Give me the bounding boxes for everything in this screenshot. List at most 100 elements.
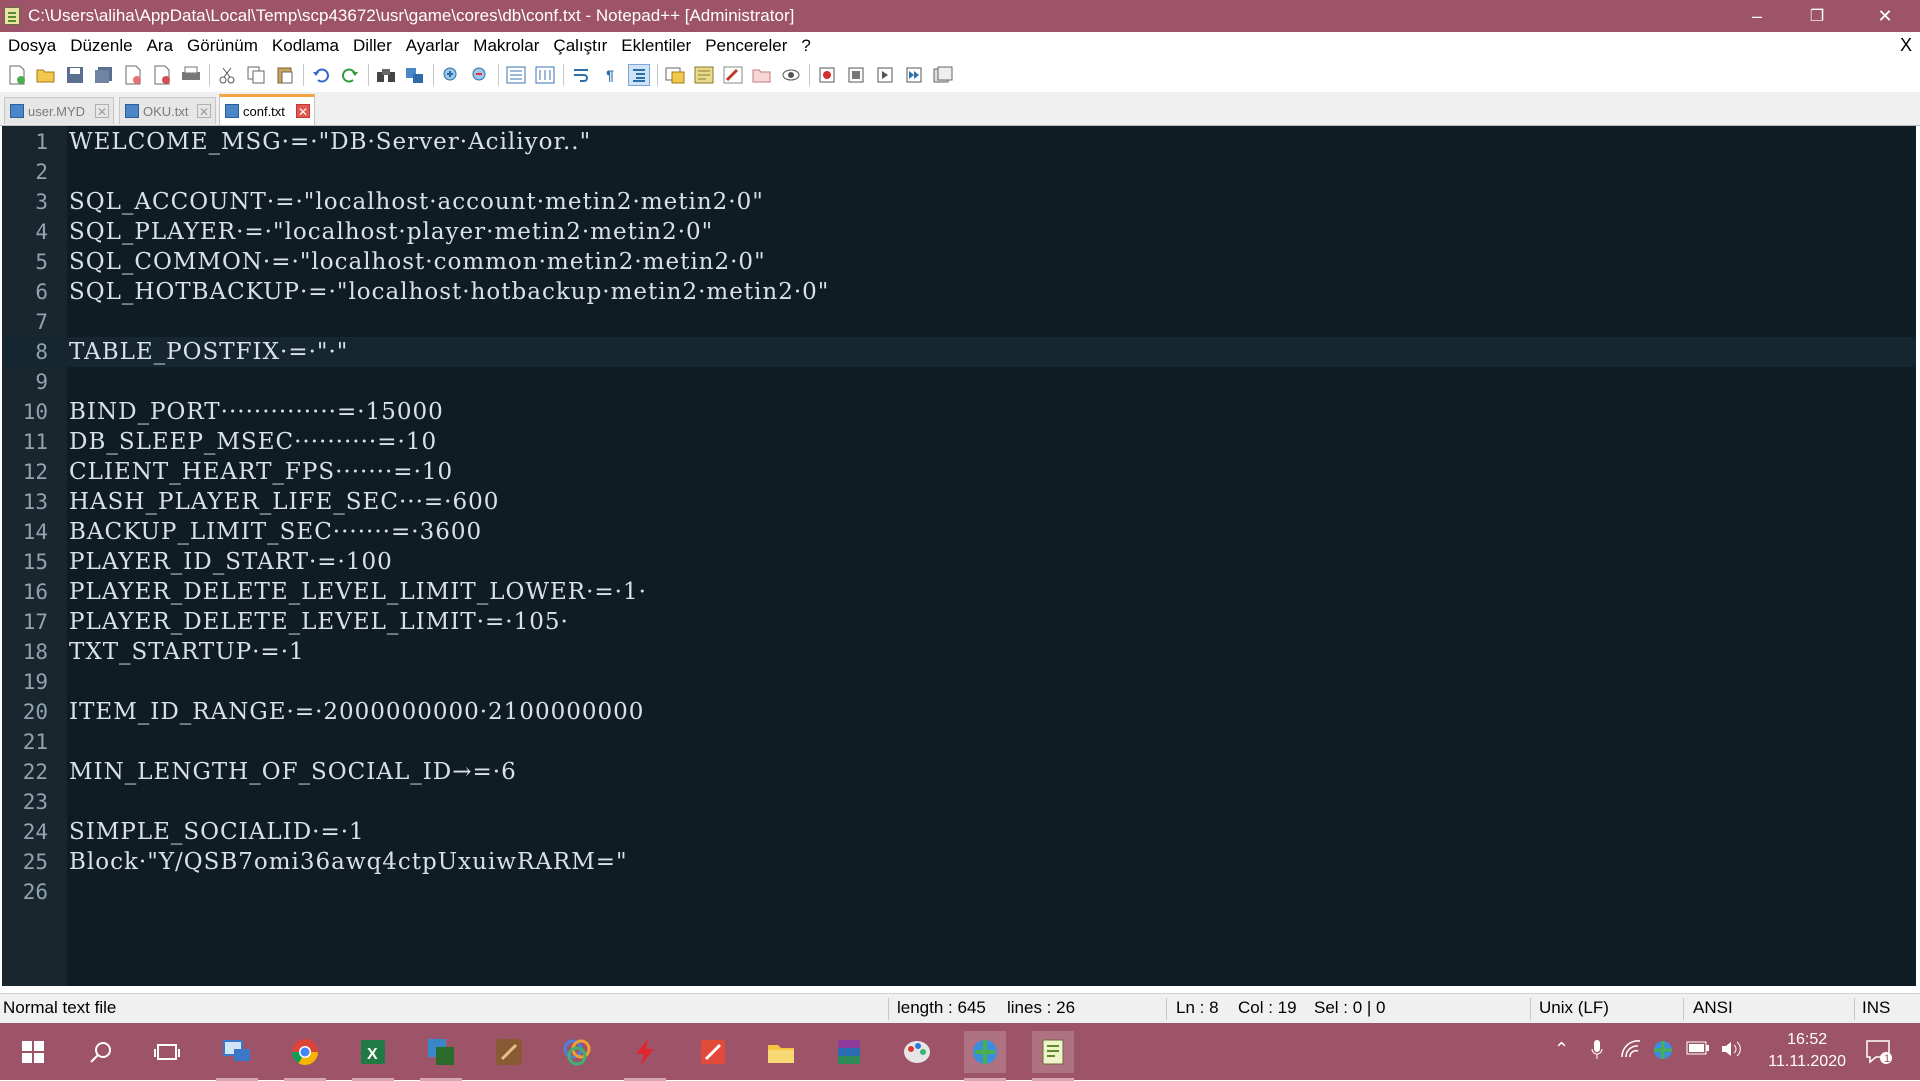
line-text[interactable]: CLIENT_HEART_FPS·······=·10 [69, 457, 453, 487]
close-button[interactable]: ✕ [1855, 0, 1915, 32]
redo-icon[interactable] [339, 64, 361, 86]
editor-line[interactable]: 21 [2, 727, 1916, 757]
cut-icon[interactable] [216, 64, 238, 86]
game-app-icon[interactable] [488, 1031, 530, 1073]
tab-close-icon[interactable]: ✕ [95, 104, 109, 119]
editor-line[interactable]: 10 BIND_PORT··············=·15000 [2, 397, 1916, 427]
editor-line[interactable]: 19 [2, 667, 1916, 697]
line-text[interactable]: SQL_PLAYER·=·"localhost·player·metin2·me… [69, 217, 713, 247]
menu-language[interactable]: Diller [353, 36, 392, 56]
network-app-icon[interactable] [964, 1031, 1006, 1081]
line-text[interactable]: SIMPLE_SOCIALID·=·1 [69, 817, 365, 847]
save-all-icon[interactable] [93, 64, 115, 86]
indent-guide-icon[interactable] [628, 64, 650, 86]
line-text[interactable]: SQL_HOTBACKUP·=·"localhost·hotbackup·met… [69, 277, 829, 307]
flash-app-icon[interactable] [624, 1031, 666, 1081]
notepadpp-app-icon[interactable] [1032, 1031, 1074, 1081]
paint-app-icon[interactable] [896, 1031, 938, 1073]
system-clock[interactable]: 16:52 11.11.2020 [1768, 1029, 1846, 1073]
file-explorer-icon[interactable] [760, 1031, 802, 1073]
stop-macro-icon[interactable] [845, 64, 867, 86]
tab-close-icon[interactable]: ✕ [296, 104, 310, 119]
editor-line[interactable]: 18 TXT_STARTUP·=·1 [2, 637, 1916, 667]
save-macro-icon[interactable] [932, 64, 954, 86]
line-text[interactable]: BACKUP_LIMIT_SEC·······=·3600 [69, 517, 482, 547]
editor-line[interactable]: 24 SIMPLE_SOCIALID·=·1 [2, 817, 1916, 847]
menu-macro[interactable]: Makrolar [473, 36, 539, 56]
monitor-icon[interactable] [780, 64, 802, 86]
line-text[interactable]: PLAYER_DELETE_LEVEL_LIMIT·=·105· [69, 607, 569, 637]
battery-icon[interactable] [1686, 1039, 1710, 1060]
editor-line[interactable]: 3 SQL_ACCOUNT·=·"localhost·account·metin2… [2, 187, 1916, 217]
editor-line[interactable]: 13 HASH_PLAYER_LIFE_SEC···=·600 [2, 487, 1916, 517]
line-text[interactable]: PLAYER_ID_START·=·100 [69, 547, 393, 577]
menu-plugins[interactable]: Eklentiler [621, 36, 691, 56]
editor-line[interactable]: 20 ITEM_ID_RANGE·=·2000000000·2100000000 [2, 697, 1916, 727]
folder-workspace-icon[interactable] [751, 64, 773, 86]
function-list-icon[interactable] [693, 64, 715, 86]
line-text[interactable]: DB_SLEEP_MSEC··········=·10 [69, 427, 437, 457]
play-macro-icon[interactable] [874, 64, 896, 86]
excel-app-icon[interactable]: X [352, 1031, 394, 1081]
editor-line[interactable]: 8 TABLE_POSTFIX·=·"·" [2, 337, 1916, 367]
eol-format-label[interactable]: Unix (LF) [1539, 998, 1609, 1018]
sync-vertical-icon[interactable] [505, 64, 527, 86]
editor-line[interactable]: 17 PLAYER_DELETE_LEVEL_LIMIT·=·105· [2, 607, 1916, 637]
editor-line[interactable]: 23 [2, 787, 1916, 817]
microphone-icon[interactable] [1590, 1039, 1604, 1066]
menu-view[interactable]: Görünüm [187, 36, 258, 56]
editor-line[interactable]: 16 PLAYER_DELETE_LEVEL_LIMIT_LOWER·=·1· [2, 577, 1916, 607]
editor-line[interactable]: 6 SQL_HOTBACKUP·=·"localhost·hotbackup·me… [2, 277, 1916, 307]
zoom-out-icon[interactable] [469, 64, 491, 86]
menu-encoding[interactable]: Kodlama [272, 36, 339, 56]
volume-icon[interactable] [1720, 1039, 1742, 1064]
editor-line[interactable]: 7 [2, 307, 1916, 337]
line-text[interactable]: ITEM_ID_RANGE·=·2000000000·2100000000 [69, 697, 644, 727]
sync-horizontal-icon[interactable] [534, 64, 556, 86]
pdf-app-icon[interactable] [692, 1031, 734, 1073]
editor-line[interactable]: 14 BACKUP_LIMIT_SEC·······=·3600 [2, 517, 1916, 547]
paste-icon[interactable] [274, 64, 296, 86]
show-all-chars-icon[interactable]: ¶ [599, 64, 621, 86]
menu-edit[interactable]: Düzenle [70, 36, 132, 56]
editor-line[interactable]: 12 CLIENT_HEART_FPS·······=·10 [2, 457, 1916, 487]
encoding-label[interactable]: ANSI [1693, 998, 1733, 1018]
new-file-icon[interactable] [6, 64, 28, 86]
editor-line[interactable]: 2 [2, 157, 1916, 187]
editor-line[interactable]: 5 SQL_COMMON·=·"localhost·common·metin2·m… [2, 247, 1916, 277]
replace-icon[interactable] [404, 64, 426, 86]
tab-conf-txt[interactable]: conf.txt ✕ [219, 94, 315, 125]
line-text[interactable]: MIN_LENGTH_OF_SOCIAL_ID→=·6 [69, 757, 517, 787]
close-icon[interactable] [122, 64, 144, 86]
tab-close-icon[interactable]: ✕ [197, 104, 211, 119]
copy-icon[interactable] [245, 64, 267, 86]
chrome-app-icon[interactable] [284, 1031, 326, 1081]
tab-user-myd[interactable]: user.MYD ✕ [4, 97, 114, 124]
line-text[interactable]: SQL_ACCOUNT·=·"localhost·account·metin2·… [69, 187, 764, 217]
line-text[interactable]: TABLE_POSTFIX·=·"·" [69, 337, 348, 367]
tab-oku-txt[interactable]: OKU.txt ✕ [119, 97, 216, 124]
menu-settings[interactable]: Ayarlar [406, 36, 460, 56]
menu-search[interactable]: Ara [147, 36, 173, 56]
menu-window[interactable]: Pencereler [705, 36, 787, 56]
notification-center-icon[interactable]: 1 [1858, 1031, 1900, 1073]
task-view-icon[interactable] [146, 1031, 188, 1073]
editor-line[interactable]: 4 SQL_PLAYER·=·"localhost·player·metin2·m… [2, 217, 1916, 247]
chevron-up-icon[interactable]: ⌃ [1554, 1039, 1569, 1060]
undo-icon[interactable] [310, 64, 332, 86]
line-text[interactable]: BIND_PORT··············=·15000 [69, 397, 444, 427]
network-globe-icon[interactable] [1652, 1039, 1674, 1066]
editor-line[interactable]: 11 DB_SLEEP_MSEC··········=·10 [2, 427, 1916, 457]
line-text[interactable]: TXT_STARTUP·=·1 [69, 637, 305, 667]
close-all-icon[interactable] [151, 64, 173, 86]
editor-line[interactable]: 26 [2, 877, 1916, 907]
remote-desktop-app-icon[interactable] [216, 1031, 258, 1081]
editor-line[interactable]: 9 [2, 367, 1916, 397]
editor-line[interactable]: 1 WELCOME_MSG·=·"DB·Server·Aciliyor.." [2, 127, 1916, 157]
start-button[interactable] [12, 1031, 54, 1073]
close-document-button[interactable]: X [1900, 35, 1912, 56]
language-icon[interactable] [664, 64, 686, 86]
editor-line[interactable]: 25 Block·"Y/QSB7omi36awq4ctpUxuiwRARM=" [2, 847, 1916, 877]
print-icon[interactable] [180, 64, 202, 86]
open-file-icon[interactable] [35, 64, 57, 86]
